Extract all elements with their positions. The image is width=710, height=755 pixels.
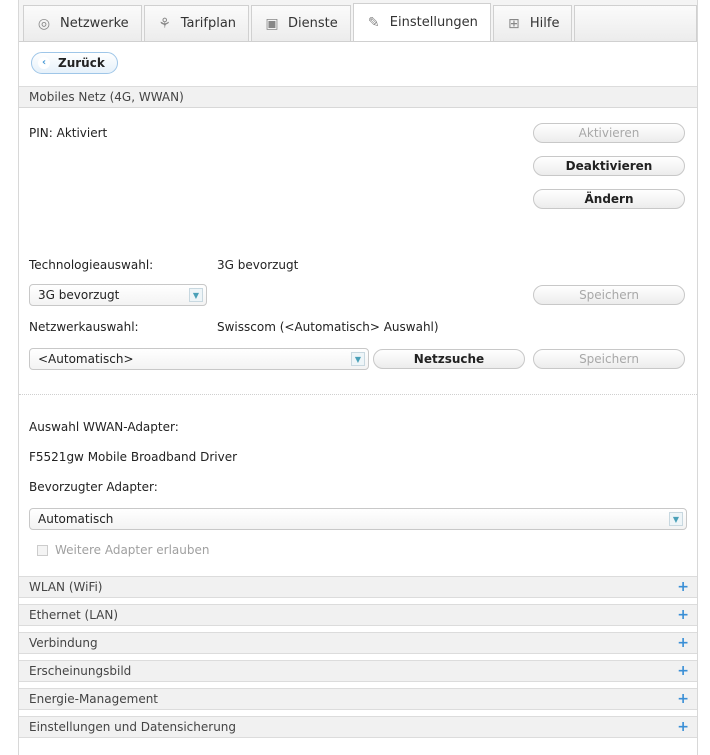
tab-dienste[interactable]: ▣ Dienste [251,5,351,41]
tab-hilfe[interactable]: ⊞ Hilfe [492,5,573,41]
section-connection[interactable]: Verbindung + [19,632,697,654]
settings-panel: ◎ Netzwerke ⚘ Tarifplan ▣ Dienste ✎ Eins… [18,0,698,755]
section-wlan[interactable]: WLAN (WiFi) + [19,576,697,598]
section-title: Mobiles Netz (4G, WWAN) [29,90,184,104]
save-network-button[interactable]: Speichern [533,349,685,369]
divider [19,394,697,395]
network-selection-label: Netzwerkauswahl: [29,320,139,334]
help-icon: ⊞ [508,15,520,32]
section-appearance[interactable]: Erscheinungsbild + [19,660,697,682]
tab-einstellungen[interactable]: ✎ Einstellungen [352,3,491,41]
section-title: Verbindung [29,636,98,650]
section-power-management[interactable]: Energie-Management + [19,688,697,710]
technology-select[interactable]: 3G bevorzugt ▼ [29,284,207,306]
section-title: WLAN (WiFi) [29,580,103,594]
preferred-adapter-label: Bevorzugter Adapter: [29,480,158,494]
activate-pin-button[interactable]: Aktivieren [533,123,685,143]
section-title: Erscheinungsbild [29,664,132,678]
allow-more-adapters-label: Weitere Adapter erlauben [55,543,210,557]
tab-label: Tarifplan [180,16,237,31]
wwan-adapter-label: Auswahl WWAN-Adapter: [29,420,179,434]
expand-plus-icon: + [677,579,689,595]
preferred-adapter-select[interactable]: Automatisch ▼ [29,508,687,530]
tab-label: Einstellungen [389,15,478,30]
chevron-left-icon: ‹ [38,57,50,69]
technology-value: 3G bevorzugt [217,258,299,272]
save-technology-button[interactable]: Speichern [533,285,685,305]
expand-plus-icon: + [677,635,689,651]
tab-bar: ◎ Netzwerke ⚘ Tarifplan ▣ Dienste ✎ Eins… [19,0,697,42]
back-button[interactable]: ‹ Zurück [31,52,118,74]
section-ethernet[interactable]: Ethernet (LAN) + [19,604,697,626]
network-select-value: <Automatisch> [38,352,134,366]
section-settings-backup[interactable]: Einstellungen und Datensicherung + [19,716,697,738]
back-button-label: Zurück [58,56,105,70]
section-title: Einstellungen und Datensicherung [29,720,237,734]
network-select[interactable]: <Automatisch> ▼ [29,348,369,370]
preferred-adapter-value: Automatisch [38,512,114,526]
wwan-adapter-value: F5521gw Mobile Broadband Driver [29,450,238,464]
tariff-icon: ⚘ [158,15,171,32]
tab-label: Dienste [288,16,338,31]
tab-label: Netzwerke [60,16,129,31]
section-title: Ethernet (LAN) [29,608,119,622]
expand-plus-icon: + [677,663,689,679]
section-mobile-network[interactable]: Mobiles Netz (4G, WWAN) [19,86,697,108]
expand-plus-icon: + [677,691,689,707]
deactivate-pin-button[interactable]: Deaktivieren [533,156,685,176]
section-title: Energie-Management [29,692,159,706]
network-search-button[interactable]: Netzsuche [373,349,525,369]
network-icon: ◎ [37,15,51,32]
tab-netzwerke[interactable]: ◎ Netzwerke [23,5,142,41]
expand-plus-icon: + [677,719,689,735]
gift-icon: ▣ [265,15,279,32]
pin-status: PIN: Aktiviert [29,126,108,140]
wrench-icon: ✎ [367,14,380,31]
tab-label: Hilfe [529,16,560,31]
chevron-down-icon: ▼ [351,352,365,366]
chevron-down-icon: ▼ [189,288,203,302]
allow-more-adapters-checkbox[interactable] [37,545,48,556]
technology-label: Technologieauswahl: [29,258,154,272]
expand-plus-icon: + [677,607,689,623]
technology-select-value: 3G bevorzugt [38,288,120,302]
change-pin-button[interactable]: Ändern [533,189,685,209]
network-selection-value: Swisscom (<Automatisch> Auswahl) [217,320,439,334]
tab-tarifplan[interactable]: ⚘ Tarifplan [143,5,250,41]
chevron-down-icon: ▼ [669,512,683,526]
tab-bar-filler [574,5,697,41]
